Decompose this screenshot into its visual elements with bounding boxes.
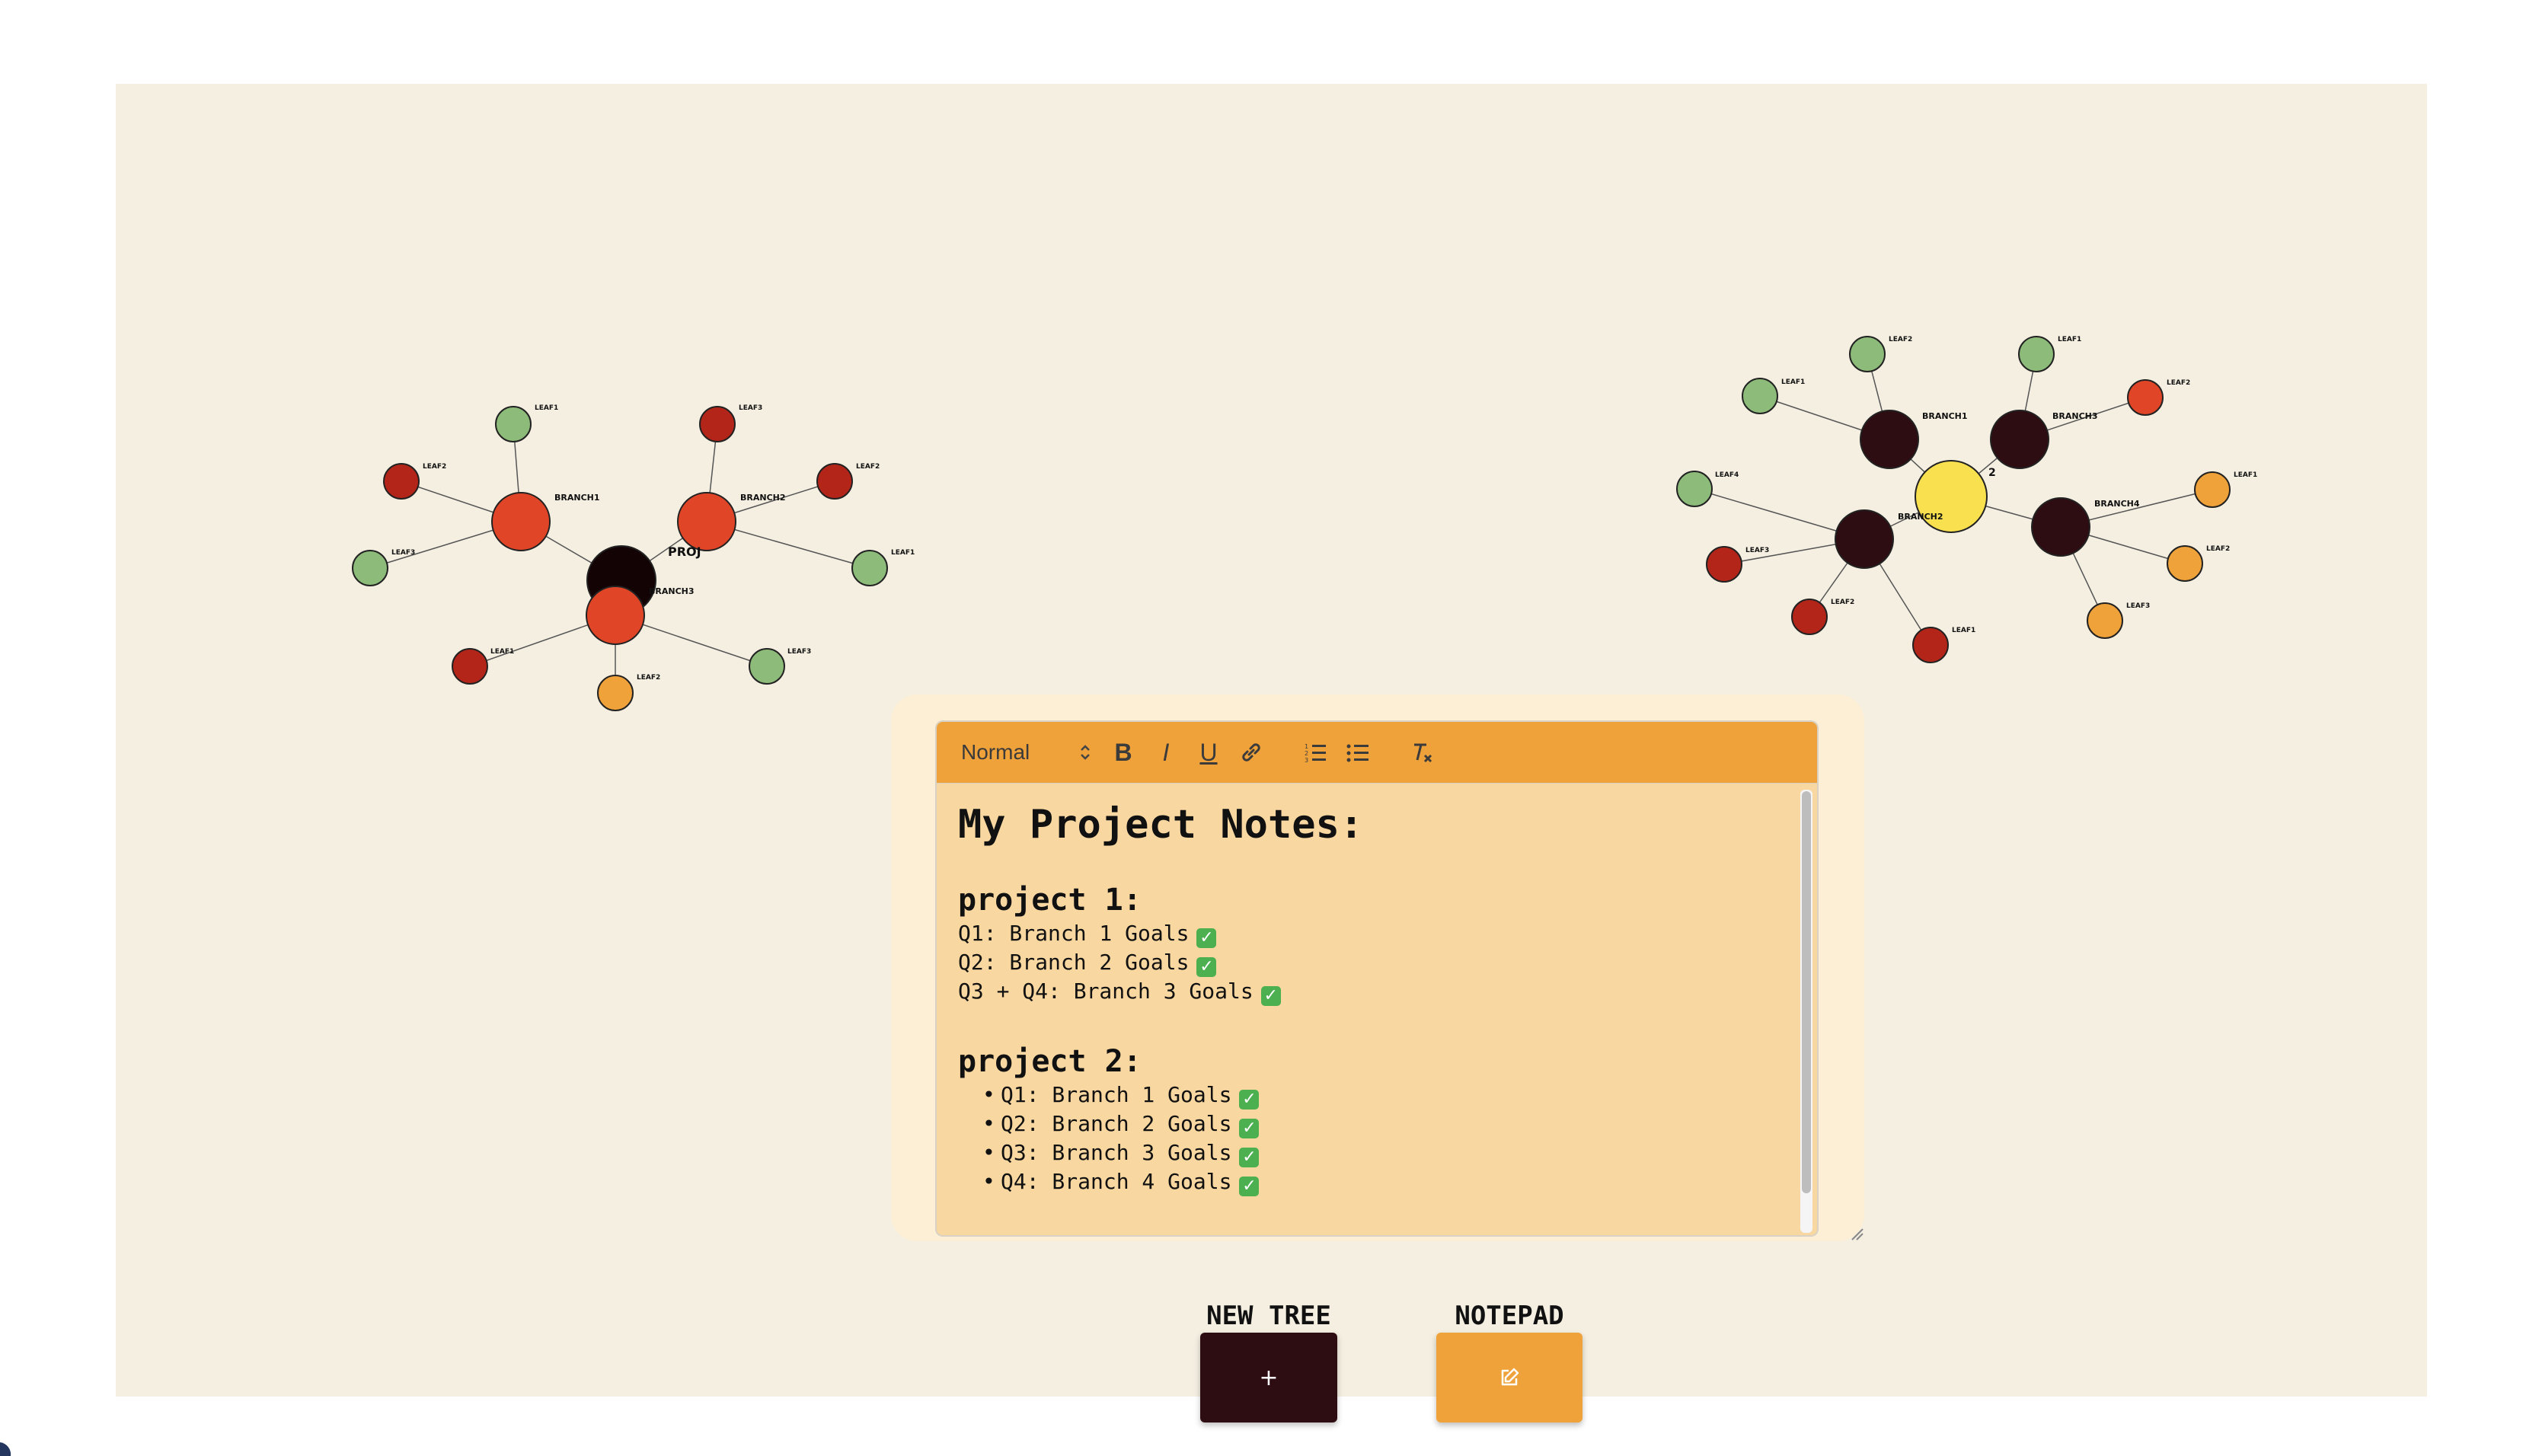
scrollbar-thumb[interactable] [1802,791,1811,1193]
tree-canvas[interactable]: PROJ BRANCH1 BRANCH2 BRANCH3 LEAF1 LEAF2… [116,84,2427,1422]
check-mark-icon: ✓ [1239,1119,1260,1138]
tree2-branch-label: BRANCH3 [2052,411,2098,421]
underline-button[interactable]: U [1191,722,1226,783]
check-mark-icon: ✓ [1260,986,1281,1006]
ordered-list-icon[interactable]: 123 [1298,722,1333,783]
plus-icon: + [1259,1364,1279,1391]
tree2-root-label: 2 [1988,467,1996,479]
tree2-leaf-node[interactable] [2018,336,2055,372]
tree2-branch-label: BRANCH4 [2094,499,2140,509]
tree2-leaf-node[interactable] [2167,545,2203,582]
notepad-panel[interactable]: Normal B I U 123 My Project Notes: proje… [891,694,1864,1241]
editor-toolbar: Normal B I U 123 [935,720,1819,783]
italic-button[interactable]: I [1148,722,1183,783]
check-mark-icon: ✓ [1239,1177,1260,1196]
clear-format-icon[interactable] [1404,722,1439,783]
tree2-branch1-node[interactable] [1860,410,1919,469]
tree2-leaf-node[interactable] [2087,602,2123,639]
tree2-leaf-node[interactable] [1676,471,1713,507]
corner-decoration [0,1442,11,1456]
tree2-branch3-node[interactable] [1990,410,2049,469]
svg-text:2: 2 [1305,750,1308,757]
tree2-leaf-label: LEAF1 [2234,471,2257,479]
tree2-leaf-node[interactable] [2127,379,2164,416]
tree2-leaf-node[interactable] [1912,627,1949,663]
link-icon[interactable] [1234,722,1269,783]
resize-handle-icon[interactable] [1848,1225,1864,1241]
notepad-label: NOTEPAD [1455,1301,1564,1331]
new-tree-label: NEW TREE [1206,1301,1331,1331]
project1-line: Q1: Branch 1 Goals ✓ [958,919,1787,948]
tree2-leaf-label: LEAF1 [2058,336,2081,343]
tree2-leaf-node[interactable] [1742,378,1778,414]
notes-editor[interactable]: My Project Notes: project 1: Q1: Branch … [935,783,1819,1237]
list-item: • Q1: Branch 1 Goals ✓ [982,1081,1787,1110]
tree2-leaf-node[interactable] [1706,546,1742,583]
check-mark-icon: ✓ [1239,1148,1260,1167]
project2-heading: project 2: [958,1044,1142,1079]
bold-button[interactable]: B [1106,722,1141,783]
select-arrows-icon [1080,744,1091,761]
heading-format-select[interactable]: Normal [961,722,1091,783]
tree2-branch4-node[interactable] [2031,497,2090,557]
check-mark-icon: ✓ [1239,1090,1260,1110]
list-item: • Q2: Branch 2 Goals ✓ [982,1110,1787,1138]
tree2-leaf-label: LEAF4 [1715,471,1739,479]
tree2-leaf-node[interactable] [1849,336,1886,372]
new-tree-button[interactable]: + [1200,1333,1337,1422]
tree2-branch-label: BRANCH2 [1898,512,1943,522]
heading-format-value: Normal [961,740,1030,764]
project2-list: • Q1: Branch 1 Goals ✓ • Q2: Branch 2 Goals… [958,1081,1787,1196]
tree2-leaf-label: LEAF2 [2167,379,2190,387]
tree2-leaf-label: LEAF1 [1952,627,1975,634]
list-item: • Q3: Branch 3 Goals ✓ [982,1138,1787,1167]
project1-heading: project 1: [958,883,1142,918]
notepad-button[interactable] [1436,1333,1582,1422]
list-item: • Q4: Branch 4 Goals ✓ [982,1167,1787,1196]
svg-text:1: 1 [1305,743,1308,750]
tree2-leaf-label: LEAF2 [1831,599,1854,606]
svg-text:3: 3 [1305,757,1308,764]
check-mark-icon: ✓ [1196,928,1217,948]
tree2-leaf-node[interactable] [1791,599,1828,635]
check-mark-icon: ✓ [1196,957,1217,977]
notes-title: My Project Notes: [958,802,1364,848]
tree2-leaf-node[interactable] [2194,471,2231,508]
bullet-list-icon[interactable] [1340,722,1375,783]
tree2-leaf-label: LEAF3 [1745,547,1769,554]
tree2-branch-label: BRANCH1 [1922,411,1968,421]
project1-line: Q3 + Q4: Branch 3 Goals ✓ [958,977,1787,1006]
tree2-leaf-label: LEAF2 [1889,336,1912,343]
tree2-leaf-label: LEAF2 [2206,545,2230,553]
tree2-leaf-label: LEAF1 [1781,378,1805,386]
project1-line: Q2: Branch 2 Goals ✓ [958,948,1787,977]
tree2-leaf-label: LEAF3 [2126,602,2150,610]
edit-icon [1501,1368,1519,1386]
tree2-branch2-node[interactable] [1835,509,1894,569]
